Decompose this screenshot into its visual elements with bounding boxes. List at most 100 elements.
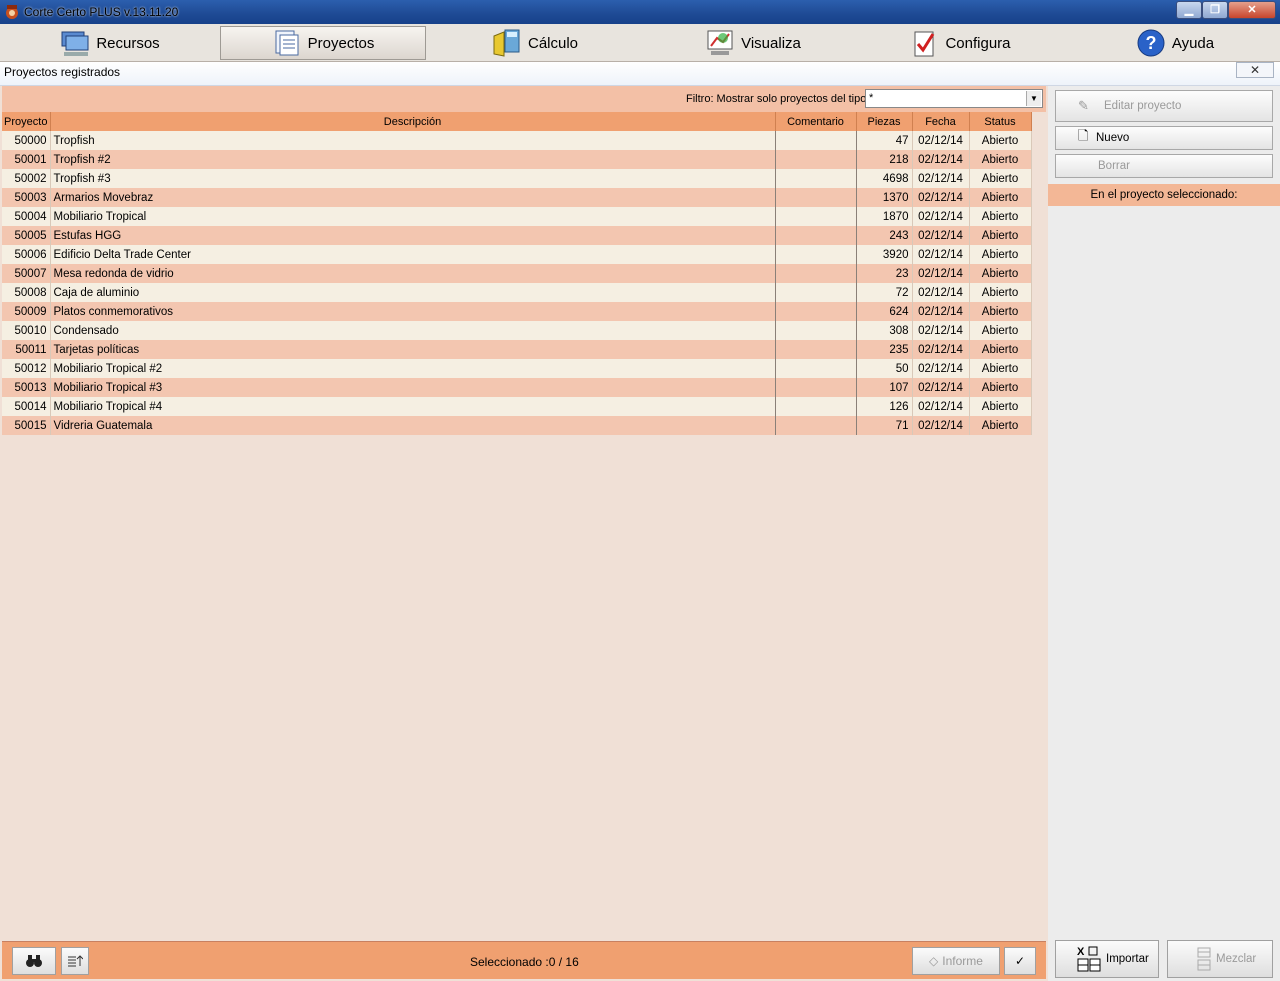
cell-date: 02/12/14 (912, 169, 970, 188)
checkmark-icon: ✓ (1014, 954, 1026, 968)
cell-date: 02/12/14 (912, 207, 970, 226)
actions-panel: ✎ Editar proyecto 🗋 Nuevo Borrar En el p… (1048, 86, 1280, 981)
table-row[interactable]: 50009 Platos conmemorativos 624 02/12/14 Abi… (2, 302, 1032, 321)
close-icon: ✕ (1249, 63, 1261, 77)
search-button[interactable] (12, 947, 56, 975)
chevron-down-icon[interactable]: ▼ (1026, 91, 1041, 106)
cell-status: Abierto (969, 150, 1032, 169)
cell-project-id: 50006 (2, 245, 51, 264)
new-project-button[interactable]: 🗋 Nuevo (1055, 126, 1273, 150)
import-label: Importar (1106, 953, 1149, 965)
cell-description: Edificio Delta Trade Center (50, 245, 776, 264)
table-row[interactable]: 50005 Estufas HGG 243 02/12/14 Abierto (2, 226, 1032, 245)
cell-description: Mobiliario Tropical #3 (50, 378, 776, 397)
table-row[interactable]: 50008 Caja de aluminio 72 02/12/14 Abierto (2, 283, 1032, 302)
cell-status: Abierto (969, 416, 1032, 435)
cell-pieces: 126 (856, 397, 913, 416)
maximize-button[interactable]: ❐ (1202, 1, 1228, 19)
cell-date: 02/12/14 (912, 226, 970, 245)
import-button[interactable]: X Importar (1055, 940, 1159, 978)
cell-comment (775, 378, 857, 397)
table-row[interactable]: 50004 Mobiliario Tropical 1870 02/12/14 Abie… (2, 207, 1032, 226)
cell-description: Tropfish #3 (50, 169, 776, 188)
cell-description: Armarios Movebraz (50, 188, 776, 207)
table-row[interactable]: 50010 Condensado 308 02/12/14 Abierto (2, 321, 1032, 340)
table-header-row: Proyecto Descripción Comentario Piezas F… (2, 112, 1032, 131)
cell-description: Estufas HGG (50, 226, 776, 245)
table-row[interactable]: 50006 Edificio Delta Trade Center 3920 02/1… (2, 245, 1032, 264)
cell-status: Abierto (969, 321, 1032, 340)
cell-pieces: 50 (856, 359, 913, 378)
menu-recursos[interactable]: Recursos (2, 26, 218, 60)
cell-pieces: 47 (856, 131, 913, 150)
visualize-icon (707, 30, 733, 55)
projects-table: Proyecto Descripción Comentario Piezas F… (2, 112, 1032, 435)
menu-proyectos[interactable]: Proyectos (220, 26, 426, 60)
table-row[interactable]: 50013 Mobiliario Tropical #3 107 02/12/14 Ab… (2, 378, 1032, 397)
cell-description: Mesa redonda de vidrio (50, 264, 776, 283)
column-header-fecha[interactable]: Fecha (912, 112, 970, 131)
table-row[interactable]: 50012 Mobiliario Tropical #2 50 02/12/14 Abi… (2, 359, 1032, 378)
confirm-button[interactable]: ✓ (1004, 947, 1036, 975)
cell-pieces: 235 (856, 340, 913, 359)
sort-button[interactable] (61, 947, 89, 975)
table-row[interactable]: 50011 Tarjetas políticas 235 02/12/14 Abiert… (2, 340, 1032, 359)
close-button[interactable]: ✕ (1228, 1, 1276, 19)
table-row[interactable]: 50000 Tropfish 47 02/12/14 Abierto (2, 131, 1032, 150)
cell-status: Abierto (969, 264, 1032, 283)
selection-status: Seleccionado :0 / 16 (470, 955, 579, 969)
column-header-piezas[interactable]: Piezas (856, 112, 913, 131)
menu-ayuda[interactable]: ? Ayuda (1080, 26, 1270, 60)
cell-pieces: 308 (856, 321, 913, 340)
projects-panel: Filtro: Mostrar solo proyectos del tipo:… (2, 86, 1046, 979)
menu-calculo[interactable]: Cálculo (440, 26, 630, 60)
cell-date: 02/12/14 (912, 131, 970, 150)
cell-project-id: 50012 (2, 359, 51, 378)
table-row[interactable]: 50007 Mesa redonda de vidrio 23 02/12/14 Abi… (2, 264, 1032, 283)
cell-comment (775, 416, 857, 435)
column-header-comentario[interactable]: Comentario (775, 112, 857, 131)
cell-description: Condensado (50, 321, 776, 340)
cell-comment (775, 226, 857, 245)
new-project-label: Nuevo (1096, 132, 1130, 144)
delete-project-label: Borrar (1098, 160, 1130, 172)
table-row[interactable]: 50015 Vidreria Guatemala 71 02/12/14 Abierto (2, 416, 1032, 435)
cell-project-id: 50008 (2, 283, 51, 302)
cell-description: Vidreria Guatemala (50, 416, 776, 435)
menu-visualiza[interactable]: Visualiza (648, 26, 858, 60)
cell-comment (775, 397, 857, 416)
delete-project-button[interactable]: Borrar (1055, 154, 1273, 178)
column-header-status[interactable]: Status (969, 112, 1032, 131)
report-button[interactable]: ◇ Informe (912, 947, 1000, 975)
merge-button[interactable]: Mezclar (1167, 940, 1273, 978)
table-row[interactable]: 50001 Tropfish #2 218 02/12/14 Abierto (2, 150, 1032, 169)
cell-pieces: 107 (856, 378, 913, 397)
menu-configura[interactable]: Configura (862, 26, 1058, 60)
cell-pieces: 23 (856, 264, 913, 283)
cell-pieces: 218 (856, 150, 913, 169)
filter-label: Filtro: Mostrar solo proyectos del tipo: (686, 93, 870, 105)
window-title: Corte Certo PLUS v.13.11.20 (24, 5, 179, 19)
table-row[interactable]: 50003 Armarios Movebraz 1370 02/12/14 Abiert… (2, 188, 1032, 207)
cell-date: 02/12/14 (912, 416, 970, 435)
minimize-button[interactable]: ▁ (1176, 1, 1202, 19)
cell-description: Mobiliario Tropical (50, 207, 776, 226)
cell-project-id: 50000 (2, 131, 51, 150)
cell-status: Abierto (969, 340, 1032, 359)
cell-comment (775, 321, 857, 340)
cell-status: Abierto (969, 283, 1032, 302)
panel-close-button[interactable]: ✕ (1236, 62, 1274, 78)
cell-project-id: 50001 (2, 150, 51, 169)
cell-date: 02/12/14 (912, 397, 970, 416)
cell-description: Mobiliario Tropical #2 (50, 359, 776, 378)
edit-project-button[interactable]: ✎ Editar proyecto (1055, 90, 1273, 122)
cell-date: 02/12/14 (912, 321, 970, 340)
table-row[interactable]: 50014 Mobiliario Tropical #4 126 02/12/14 Ab… (2, 397, 1032, 416)
cell-pieces: 72 (856, 283, 913, 302)
table-row[interactable]: 50002 Tropfish #3 4698 02/12/14 Abierto (2, 169, 1032, 188)
column-header-descripcion[interactable]: Descripción (50, 112, 776, 131)
filter-type-select[interactable]: * ▼ (865, 89, 1043, 108)
cell-comment (775, 150, 857, 169)
calculation-icon (493, 29, 520, 57)
column-header-proyecto[interactable]: Proyecto (2, 112, 51, 131)
